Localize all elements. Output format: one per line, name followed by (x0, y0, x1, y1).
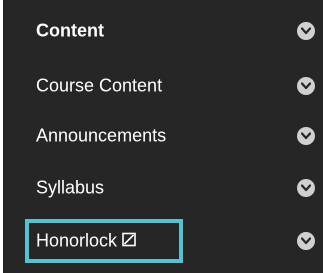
chevron-down-icon[interactable] (297, 127, 315, 145)
menu-item-label: Honorlock (36, 230, 118, 251)
menu-item-label: Content (36, 20, 104, 41)
menu-item-course-content[interactable]: Course Content (3, 62, 323, 110)
hidden-from-students-icon (122, 231, 136, 252)
course-menu: Content Course Content Announcements Syl… (3, 0, 323, 273)
menu-item-content[interactable]: Content (3, 7, 323, 55)
chevron-down-icon[interactable] (297, 179, 315, 197)
menu-item-honorlock-wrap: Honorlock (36, 231, 136, 252)
chevron-down-icon[interactable] (297, 232, 315, 250)
menu-item-honorlock[interactable]: Honorlock (3, 217, 323, 265)
menu-item-label: Announcements (36, 125, 167, 146)
menu-item-label: Course Content (36, 75, 163, 96)
menu-item-syllabus[interactable]: Syllabus (3, 164, 323, 212)
menu-item-announcements[interactable]: Announcements (3, 112, 323, 160)
chevron-down-icon[interactable] (297, 22, 315, 40)
menu-item-label: Syllabus (36, 177, 105, 198)
chevron-down-icon[interactable] (297, 77, 315, 95)
